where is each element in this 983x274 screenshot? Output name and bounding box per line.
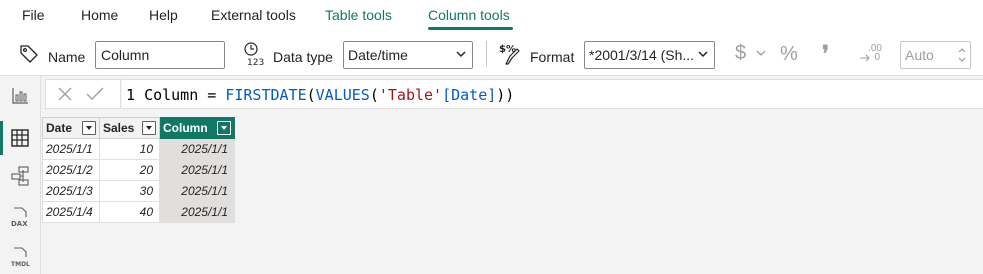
formula-line-number: 1	[126, 86, 136, 104]
data-type-icon: 123	[243, 41, 265, 70]
table-row: 2025/1/3 30 2025/1/1	[42, 180, 235, 202]
tab-table-tools[interactable]: Table tools	[325, 7, 392, 23]
table-cell[interactable]: 40	[99, 201, 160, 223]
ribbon-separator	[486, 41, 487, 67]
tmdl-icon: TMDL	[11, 247, 30, 268]
decimal-bottom-text: 0	[874, 52, 880, 63]
table-cell[interactable]: 2025/1/1	[159, 180, 235, 202]
comma-style-button[interactable]: ❜	[822, 41, 829, 67]
ribbon: Name 123 Data type Date/time $% Format *…	[0, 31, 983, 76]
data-type-select[interactable]: Date/time	[343, 41, 473, 69]
table-cell[interactable]: 2025/1/1	[159, 138, 235, 160]
decimal-places-spinner[interactable]: Auto	[900, 41, 971, 69]
close-icon	[58, 87, 72, 101]
table-row: 2025/1/1 10 2025/1/1	[42, 138, 235, 160]
table-cell[interactable]: 30	[99, 180, 160, 202]
table-cell[interactable]: 2025/1/1	[159, 159, 235, 181]
format-label: Format	[530, 49, 575, 65]
dax-icon: DAX	[11, 207, 28, 228]
name-label: Name	[48, 49, 86, 65]
table-cell[interactable]: 2025/1/2	[42, 159, 100, 181]
tab-file[interactable]: File	[22, 7, 45, 23]
table-row: 2025/1/2 20 2025/1/1	[42, 159, 235, 181]
arrow-right-icon	[860, 54, 870, 62]
model-view-button[interactable]	[0, 158, 40, 192]
dax-query-view-button[interactable]: DAX	[0, 198, 40, 232]
table-row: 2025/1/4 40 2025/1/1	[42, 201, 235, 223]
tmdl-view-button[interactable]: TMDL	[0, 238, 40, 272]
format-value: *2001/3/14 (Sh...	[589, 47, 695, 63]
table-cell[interactable]: 2025/1/1	[42, 138, 100, 160]
formula-table-ref: 'Table'	[378, 86, 443, 104]
chevron-down-icon[interactable]	[755, 45, 767, 64]
formula-column-name: Column	[144, 86, 199, 104]
format-select[interactable]: *2001/3/14 (Sh...	[584, 41, 715, 69]
commit-formula-button[interactable]	[86, 86, 104, 105]
formula-function-values: VALUES	[315, 86, 370, 104]
formula-function-firstdate: FIRSTDATE	[225, 86, 307, 104]
column-header-column[interactable]: Column	[159, 117, 235, 139]
checkmark-icon	[86, 87, 104, 100]
table-cell[interactable]: 2025/1/4	[42, 201, 100, 223]
formula-text[interactable]: 1 Column = FIRSTDATE(VALUES('Table'[Date…	[126, 86, 514, 104]
decrease-decimal-button[interactable]: .00 0	[860, 44, 882, 66]
format-brush-icon: $%	[498, 42, 522, 69]
tab-external-tools[interactable]: External tools	[211, 7, 296, 23]
table-view-button[interactable]	[0, 121, 40, 155]
menu-bar: File Home Help External tools Table tool…	[0, 0, 983, 31]
tab-home[interactable]: Home	[81, 7, 118, 23]
filter-dropdown-icon[interactable]	[217, 121, 231, 135]
formula-column-ref: [Date]	[442, 86, 497, 104]
active-tab-indicator	[428, 27, 513, 30]
formula-bar[interactable]: 1 Column = FIRSTDATE(VALUES('Table'[Date…	[122, 79, 983, 109]
model-icon	[11, 166, 29, 186]
currency-button[interactable]: $	[735, 42, 746, 65]
auto-value: Auto	[905, 47, 934, 63]
column-header-sales[interactable]: Sales	[99, 117, 160, 139]
percent-button[interactable]: %	[780, 43, 798, 66]
svg-text:123: 123	[247, 58, 264, 67]
spin-arrows-icon[interactable]	[957, 44, 967, 68]
bar-chart-icon	[12, 88, 28, 104]
formula-equals: =	[207, 86, 217, 104]
name-input[interactable]	[95, 41, 225, 69]
report-view-button[interactable]	[0, 79, 40, 113]
tag-icon	[19, 43, 39, 66]
table-cell[interactable]: 10	[99, 138, 160, 160]
tab-column-tools[interactable]: Column tools	[428, 7, 510, 23]
svg-text:TMDL: TMDL	[11, 261, 30, 268]
formula-controls	[45, 79, 121, 109]
column-header-date[interactable]: Date	[42, 117, 100, 139]
svg-text:DAX: DAX	[11, 220, 28, 228]
cancel-formula-button[interactable]	[57, 86, 73, 105]
table-cell[interactable]: 2025/1/3	[42, 180, 100, 202]
table-cell[interactable]: 20	[99, 159, 160, 181]
filter-dropdown-icon[interactable]	[82, 121, 96, 135]
chevron-down-icon	[455, 42, 467, 68]
filter-dropdown-icon[interactable]	[142, 121, 156, 135]
tab-help[interactable]: Help	[149, 7, 178, 23]
data-table: Date Sales Column 2025/1/1 10 2025/1/1 2…	[42, 117, 235, 223]
table-grid-icon	[11, 129, 29, 147]
data-type-label: Data type	[273, 49, 333, 65]
chevron-down-icon	[697, 42, 709, 68]
left-rail: DAX TMDL	[0, 76, 41, 274]
table-header-row: Date Sales Column	[42, 117, 235, 139]
table-cell[interactable]: 2025/1/1	[159, 201, 235, 223]
data-type-value: Date/time	[348, 47, 408, 63]
